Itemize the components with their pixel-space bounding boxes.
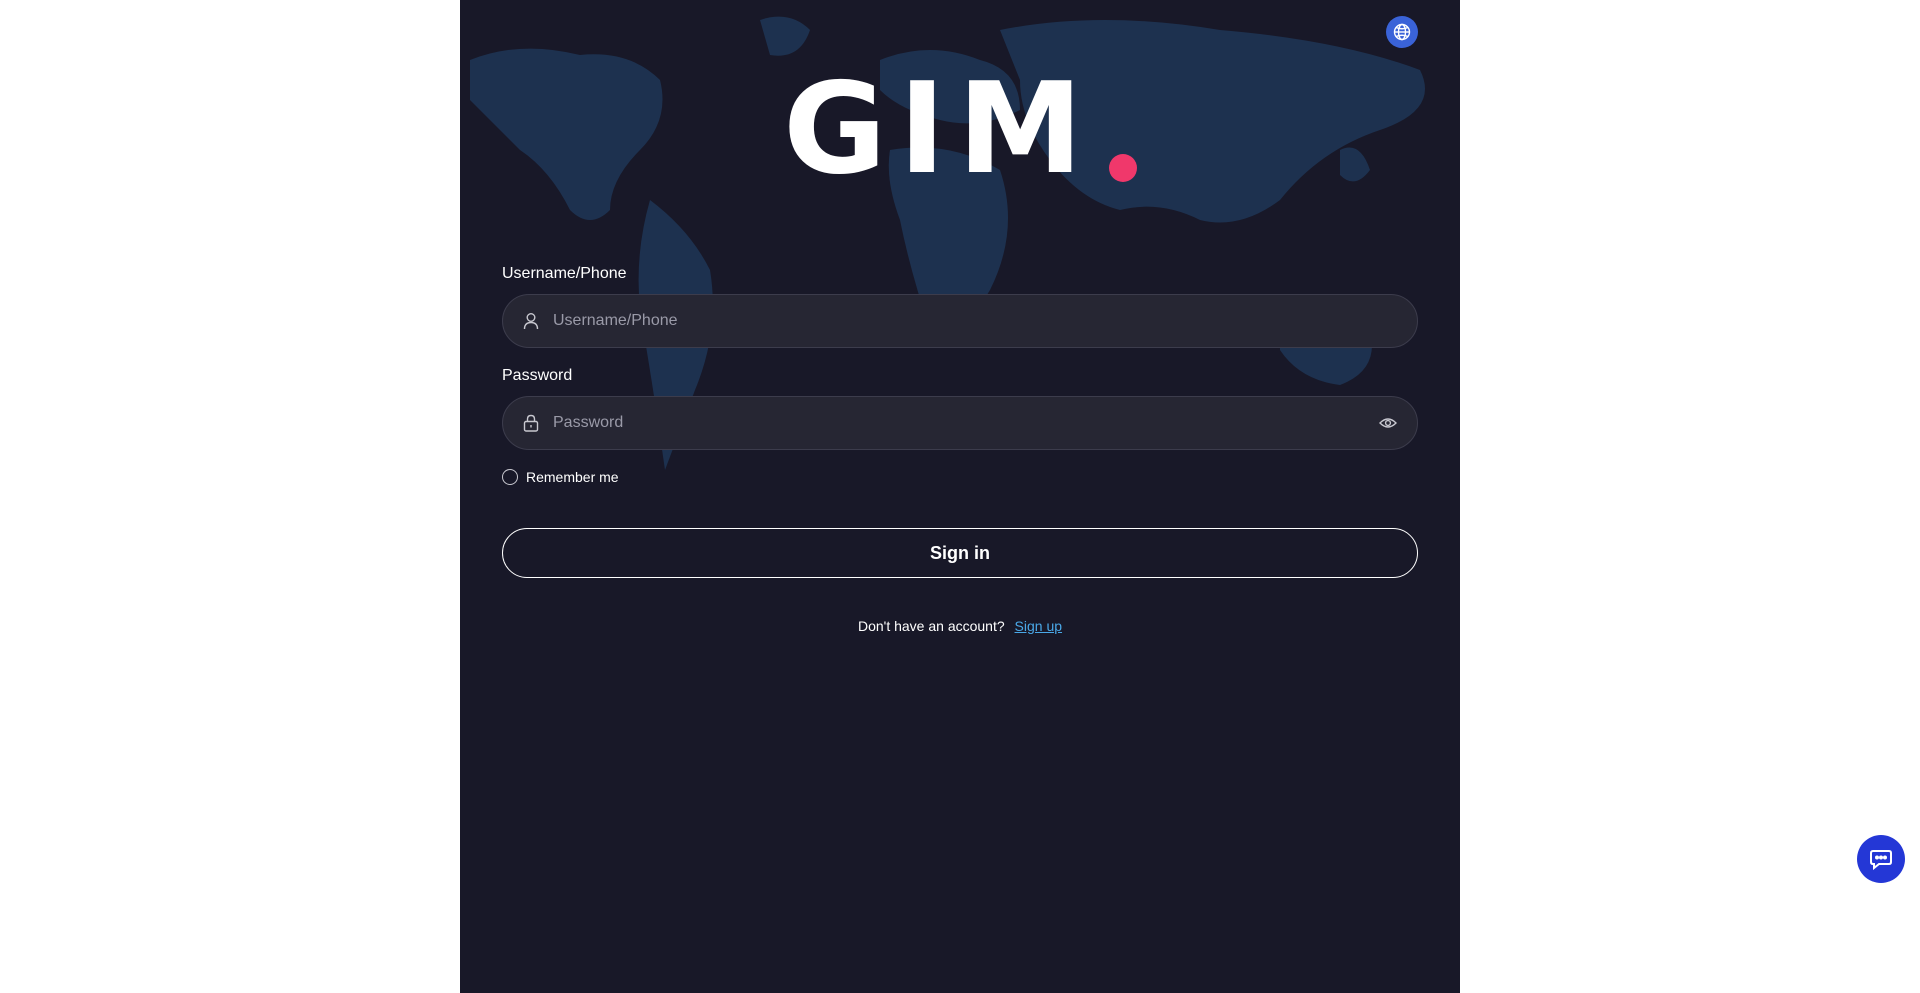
logo-dot [1108, 154, 1137, 182]
remember-me-label: Remember me [526, 469, 619, 485]
remember-me-row: Remember me [502, 466, 1418, 488]
lock-icon [521, 413, 541, 433]
remember-me-radio[interactable] [502, 469, 518, 485]
username-input[interactable] [541, 295, 1417, 347]
language-button[interactable] [1386, 16, 1418, 48]
password-field[interactable] [502, 396, 1418, 450]
signup-row: Don't have an account? Sign up [502, 618, 1418, 634]
globe-icon [1393, 23, 1411, 41]
username-label: Username/Phone [502, 265, 627, 282]
password-input[interactable] [541, 397, 1377, 449]
sign-up-link[interactable]: Sign up [1015, 618, 1062, 634]
logo-text: GIM [783, 55, 1095, 202]
login-panel: GIM Username/Phone Password [460, 0, 1460, 993]
sign-in-button[interactable]: Sign in [502, 528, 1418, 578]
chat-button[interactable] [1857, 835, 1905, 883]
eye-icon[interactable] [1377, 412, 1399, 434]
logo: GIM [460, 66, 1460, 192]
signup-prompt: Don't have an account? [857, 618, 1005, 634]
chat-icon [1870, 850, 1892, 870]
password-label: Password [502, 367, 573, 384]
user-icon [521, 311, 541, 331]
login-form: Username/Phone Password [502, 264, 1418, 634]
username-field[interactable] [502, 294, 1418, 348]
